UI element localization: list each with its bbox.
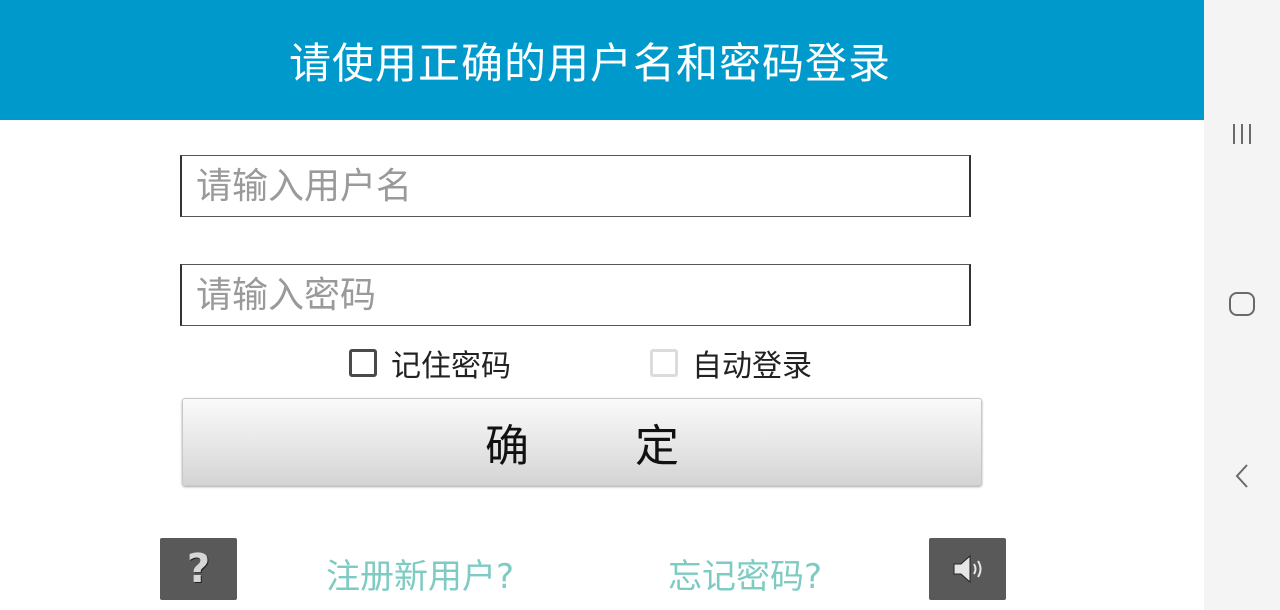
- remember-password-label: 记住密码: [391, 349, 511, 384]
- auto-login-label: 自动登录: [692, 349, 812, 384]
- password-field-container: [180, 264, 971, 326]
- page-title: 请使用正确的用户名和密码登录: [288, 38, 891, 88]
- sound-button[interactable]: [929, 538, 1006, 600]
- home-icon: [1229, 292, 1255, 316]
- back-icon: [1235, 464, 1248, 488]
- recent-apps-button[interactable]: [1204, 104, 1280, 164]
- username-field-container: [180, 155, 971, 217]
- auto-login-box[interactable]: [650, 349, 678, 377]
- password-input[interactable]: [182, 265, 969, 325]
- username-input[interactable]: [182, 156, 969, 216]
- confirm-button-label: 确定: [485, 421, 785, 472]
- confirm-button[interactable]: 确定: [182, 398, 982, 486]
- auto-login-checkbox[interactable]: 自动登录: [650, 343, 812, 384]
- question-icon: ?: [186, 546, 211, 592]
- back-button[interactable]: [1204, 446, 1280, 506]
- recent-apps-icon: [1233, 124, 1251, 144]
- remember-password-box[interactable]: [349, 349, 377, 377]
- forgot-password-link[interactable]: 忘记密码?: [668, 549, 822, 598]
- help-button[interactable]: ?: [160, 538, 237, 600]
- speaker-icon: [953, 554, 981, 584]
- header-bar: 请使用正确的用户名和密码登录: [0, 0, 1204, 120]
- register-link[interactable]: 注册新用户?: [326, 549, 514, 598]
- home-button[interactable]: [1204, 274, 1280, 334]
- system-navigation-bar: [1204, 0, 1280, 610]
- login-screen: 请使用正确的用户名和密码登录 记住密码 自动登录 确定 ? 注册新用户? 忘记密…: [0, 0, 1204, 610]
- remember-password-checkbox[interactable]: 记住密码: [349, 343, 511, 384]
